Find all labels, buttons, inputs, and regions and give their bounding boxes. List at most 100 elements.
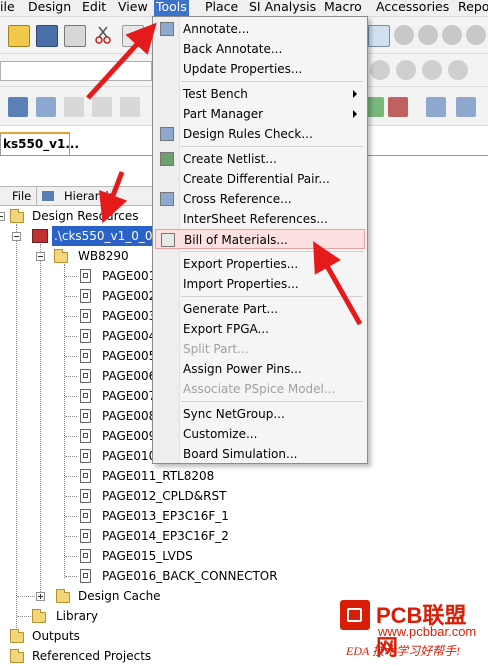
menu-item-update-properties[interactable]: Update Properties...	[155, 59, 365, 79]
menu-item-bill-of-materials[interactable]: Bill of Materials...	[155, 229, 365, 249]
schematic-page-icon	[80, 349, 91, 363]
menu-item-test-bench[interactable]: Test Bench	[155, 84, 365, 104]
bus-icon[interactable]	[396, 60, 416, 80]
clear-icon[interactable]	[388, 97, 408, 117]
pcbbar-logo-icon	[340, 600, 370, 630]
menu-item-export-fpga[interactable]: Export FPGA...	[155, 319, 365, 339]
tree-label: PAGE007	[102, 389, 157, 403]
tree-label: Design Cache	[78, 589, 161, 603]
menu-item-import-properties[interactable]: Import Properties...	[155, 274, 365, 294]
menu-accessories[interactable]: Accessories	[374, 0, 451, 16]
hierarchy-tab-icon	[42, 191, 54, 201]
zoom-area-icon[interactable]	[442, 25, 462, 45]
collapse-icon[interactable]	[12, 232, 21, 241]
tab-file[interactable]: File	[12, 187, 31, 205]
menu-item-part-manager[interactable]: Part Manager	[155, 104, 365, 124]
menu-reports[interactable]: Repo	[456, 0, 488, 16]
tree-page[interactable]: PAGE013_EP3C16F_1	[0, 506, 300, 526]
tree-page[interactable]: PAGE011_RTL8208	[0, 466, 300, 486]
tree-page[interactable]: PAGE012_CPLD&RST	[0, 486, 300, 506]
menu-file[interactable]: ile	[0, 0, 17, 16]
ground-icon[interactable]	[448, 60, 468, 80]
menu-view[interactable]: View	[116, 0, 150, 16]
menu-item-assign-power-pins[interactable]: Assign Power Pins...	[155, 359, 365, 379]
tree-referenced-projects[interactable]: Referenced Projects	[0, 646, 180, 666]
tree-label-selected: .\cks550_v1_0_0_	[52, 226, 161, 246]
schematic-page-icon	[80, 369, 91, 383]
menu-item-intersheet-references[interactable]: InterSheet References...	[155, 209, 365, 229]
drc-icon[interactable]	[64, 97, 84, 117]
tree-page[interactable]: PAGE016_BACK_CONNECTOR	[0, 566, 300, 586]
align-center-icon[interactable]	[456, 97, 476, 117]
menu-place[interactable]: Place	[203, 0, 240, 16]
schematic-page-icon	[80, 289, 91, 303]
menu-tools[interactable]: Tools	[154, 0, 189, 16]
open-icon[interactable]	[8, 25, 30, 47]
zoom-in-icon[interactable]	[394, 25, 414, 45]
menu-item-cross-reference[interactable]: Cross Reference...	[155, 189, 365, 209]
align-left-icon[interactable]	[426, 97, 446, 117]
tree-connector	[65, 296, 77, 297]
tab-hierarchy[interactable]: Hierarch	[64, 187, 113, 205]
menu-bar: ile Design Edit View Tools Place SI Anal…	[0, 0, 488, 17]
schematic-page-icon	[80, 569, 91, 583]
zoom-out-icon[interactable]	[418, 25, 438, 45]
menu-design[interactable]: Design	[26, 0, 73, 16]
tree-label: PAGE012_CPLD&RST	[102, 489, 227, 503]
save-icon[interactable]	[36, 25, 58, 47]
menu-item-generate-part[interactable]: Generate Part...	[155, 299, 365, 319]
collapse-icon[interactable]	[0, 212, 5, 221]
menu-si-analysis[interactable]: SI Analysis	[247, 0, 318, 16]
tree-design-cache[interactable]: Design Cache	[0, 586, 180, 606]
tree-schematic[interactable]: WB8290	[0, 246, 160, 266]
tree-library[interactable]: Library	[0, 606, 160, 626]
tree-page[interactable]: PAGE015_LVDS	[0, 546, 300, 566]
annotate-icon[interactable]	[120, 97, 140, 117]
collapse-icon[interactable]	[36, 252, 45, 261]
menu-edit[interactable]: Edit	[80, 0, 108, 16]
menu-item-create-netlist[interactable]: Create Netlist...	[155, 149, 365, 169]
schematic-page-icon	[80, 529, 91, 543]
tree-page[interactable]: PAGE014_EP3C16F_2	[0, 526, 300, 546]
print-icon[interactable]	[64, 25, 86, 47]
menu-item-design-rules-check[interactable]: Design Rules Check...	[155, 124, 365, 144]
schematic-page-icon	[80, 489, 91, 503]
menu-item-sync-netgroup[interactable]: Sync NetGroup...	[155, 404, 365, 424]
menu-item-label: Create Differential Pair...	[183, 172, 330, 186]
menu-macro[interactable]: Macro	[322, 0, 364, 16]
bom-icon[interactable]	[92, 97, 112, 117]
copy-icon[interactable]	[122, 25, 144, 47]
tree-outputs[interactable]: Outputs	[0, 626, 160, 646]
power-icon[interactable]	[422, 60, 442, 80]
menu-separator	[181, 296, 363, 297]
menu-item-create-differential-pair[interactable]: Create Differential Pair...	[155, 169, 365, 189]
tree-label: Library	[56, 609, 98, 623]
menu-item-back-annotate[interactable]: Back Annotate...	[155, 39, 365, 59]
tree-label: PAGE005	[102, 349, 157, 363]
menu-item-export-properties[interactable]: Export Properties...	[155, 254, 365, 274]
menu-item-label: Create Netlist...	[183, 152, 277, 166]
tree-connector	[65, 476, 77, 477]
tree-label: PAGE016_BACK_CONNECTOR	[102, 569, 278, 583]
tree-label: PAGE006	[102, 369, 157, 383]
menu-item-label: Customize...	[183, 427, 258, 441]
tree-design-resources[interactable]: Design Resources	[0, 206, 160, 226]
hierarchy-icon[interactable]	[8, 97, 28, 117]
net-icon[interactable]	[370, 60, 390, 80]
zoom-icon[interactable]	[368, 25, 390, 47]
menu-item-customize[interactable]: Customize...	[155, 424, 365, 444]
watermark: PCB联盟网 www.pcbbar.com EDA 技术学习好帮手!	[340, 598, 488, 662]
menu-item-label: Update Properties...	[183, 62, 303, 76]
netlist-icon[interactable]	[36, 97, 56, 117]
part-search-input[interactable]	[0, 61, 152, 81]
tree-label: PAGE004	[102, 329, 157, 343]
menu-item-board-simulation[interactable]: Board Simulation...	[155, 444, 365, 464]
schematic-page-icon	[80, 309, 91, 323]
cut-icon[interactable]	[93, 25, 113, 45]
expand-icon[interactable]	[36, 592, 45, 601]
document-tab[interactable]: ks550_v1...	[0, 132, 79, 156]
menu-item-label: Import Properties...	[183, 277, 299, 291]
zoom-all-icon[interactable]	[466, 25, 486, 45]
tree-label: Referenced Projects	[32, 649, 152, 663]
menu-item-annotate[interactable]: Annotate...	[155, 19, 365, 39]
